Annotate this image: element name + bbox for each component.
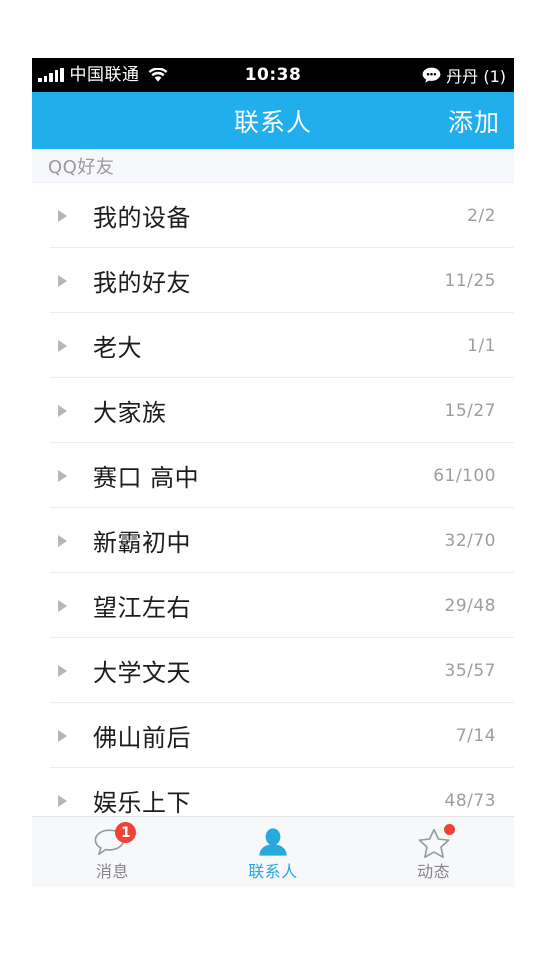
group-count: 32/70 (444, 530, 496, 551)
table-row[interactable]: 赛口 高中 61/100 (32, 443, 514, 508)
group-name: 老大 (93, 334, 142, 362)
group-count: 61/100 (433, 465, 496, 486)
group-count: 11/25 (444, 270, 496, 291)
navigation-bar: 联系人 添加 (32, 92, 514, 149)
speech-bubble-icon (422, 67, 441, 83)
group-count: 1/1 (467, 335, 496, 356)
triangle-right-icon[interactable] (58, 534, 67, 547)
group-count: 15/27 (444, 400, 496, 421)
group-name: 我的设备 (93, 204, 191, 232)
add-contact-button[interactable]: 添加 (448, 103, 500, 139)
phone-screen: 中国联通 10:38 丹丹 (1) 联系人 添加 QQ好友 我的设备 2/2 我… (32, 58, 514, 906)
triangle-right-icon[interactable] (58, 469, 67, 482)
group-name: 大家族 (93, 399, 167, 427)
group-name: 赛口 高中 (93, 464, 200, 492)
table-row[interactable]: 我的设备 2/2 (32, 183, 514, 248)
table-row[interactable]: 大家族 15/27 (32, 378, 514, 443)
triangle-right-icon[interactable] (58, 664, 67, 677)
table-row[interactable]: 望江左右 29/48 (32, 573, 514, 638)
table-row[interactable]: 娱乐上下 48/73 (32, 768, 514, 816)
group-name: 娱乐上下 (93, 789, 191, 816)
triangle-right-icon[interactable] (58, 729, 67, 742)
status-bar-account: 丹丹 (1) (446, 67, 506, 86)
triangle-right-icon[interactable] (58, 794, 67, 807)
group-count: 48/73 (444, 790, 496, 811)
person-icon (250, 824, 296, 862)
group-name: 我的好友 (93, 269, 191, 297)
section-header-qq-friends: QQ好友 (32, 149, 514, 183)
group-name: 大学文天 (93, 659, 191, 687)
table-row[interactable]: 佛山前后 7/14 (32, 703, 514, 768)
tab-messages[interactable]: 1 消息 (32, 817, 193, 887)
page-title: 联系人 (233, 107, 312, 137)
tab-feed[interactable]: 动态 (353, 817, 514, 887)
tab-label-contacts: 联系人 (248, 862, 298, 881)
star-icon (411, 824, 457, 862)
contact-group-list[interactable]: 我的设备 2/2 我的好友 11/25 老大 1/1 大家族 15/27 赛口 … (32, 183, 514, 816)
table-row[interactable]: 老大 1/1 (32, 313, 514, 378)
status-bar: 中国联通 10:38 丹丹 (1) (32, 58, 514, 92)
group-name: 望江左右 (93, 594, 191, 622)
feed-badge-dot (443, 824, 455, 835)
triangle-right-icon[interactable] (58, 274, 67, 287)
group-count: 29/48 (444, 595, 496, 616)
table-row[interactable]: 大学文天 35/57 (32, 638, 514, 703)
group-name: 佛山前后 (93, 724, 191, 752)
wifi-icon (148, 67, 168, 83)
chat-bubble-icon: 1 (89, 822, 137, 862)
triangle-right-icon[interactable] (58, 599, 67, 612)
message-badge: 1 (115, 822, 137, 843)
group-count: 2/2 (467, 205, 496, 226)
group-name: 新霸初中 (93, 529, 191, 557)
group-count: 35/57 (444, 660, 496, 681)
signal-bars-icon (38, 68, 64, 82)
triangle-right-icon[interactable] (58, 339, 67, 352)
tab-bar: 1 消息 联系人 动态 (32, 816, 514, 887)
triangle-right-icon[interactable] (58, 404, 67, 417)
status-bar-left: 中国联通 (38, 64, 168, 85)
tab-label-messages: 消息 (95, 862, 129, 881)
status-bar-right: 丹丹 (1) (422, 63, 506, 87)
tab-contacts[interactable]: 联系人 (193, 817, 354, 887)
triangle-right-icon[interactable] (58, 209, 67, 222)
tab-label-feed: 动态 (417, 862, 451, 881)
group-count: 7/14 (455, 725, 496, 746)
table-row[interactable]: 我的好友 11/25 (32, 248, 514, 313)
table-row[interactable]: 新霸初中 32/70 (32, 508, 514, 573)
carrier-name: 中国联通 (69, 64, 140, 85)
